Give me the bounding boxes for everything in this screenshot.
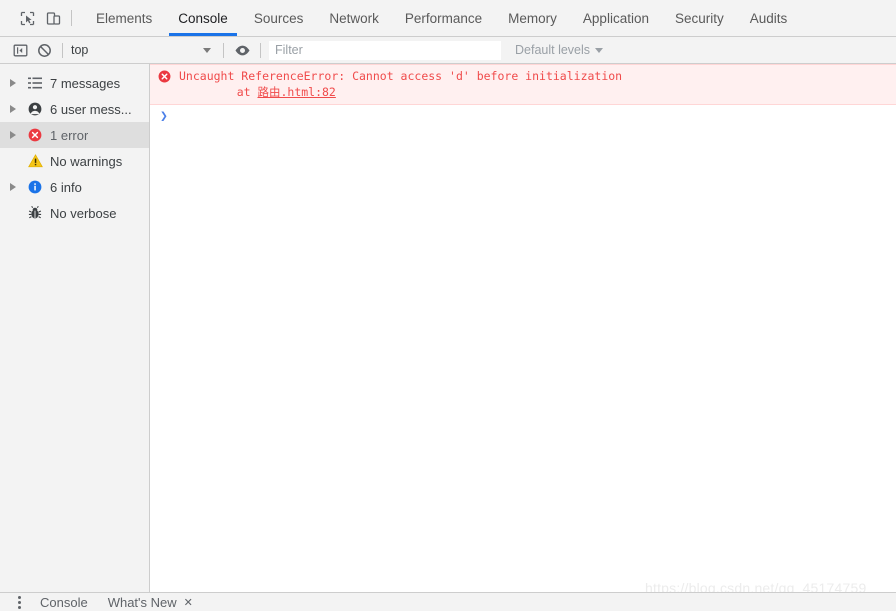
console-prompt[interactable]: ❯ — [150, 105, 896, 129]
filter-input[interactable] — [269, 40, 501, 60]
tab-sources[interactable]: Sources — [241, 0, 317, 36]
sidebar-item-warnings-label: No warnings — [50, 153, 123, 169]
sidebar-item-warnings[interactable]: No warnings — [0, 148, 149, 174]
disclosure-triangle-icon[interactable] — [10, 105, 24, 113]
chevron-down-icon — [203, 47, 211, 53]
sidebar-item-user-messages[interactable]: 6 user mess... — [0, 96, 149, 122]
eye-glyph — [235, 45, 249, 55]
tab-console[interactable]: Console — [165, 0, 241, 36]
toolbar-divider — [223, 42, 224, 58]
console-error-stack: at 路由.html:82 — [179, 84, 622, 100]
console-sidebar: 7 messages 6 user mess... 1 error No war… — [0, 64, 150, 592]
tab-memory[interactable]: Memory — [495, 0, 570, 36]
eye-icon[interactable] — [230, 39, 254, 61]
sidebar-toggle-icon[interactable] — [8, 39, 32, 61]
close-icon[interactable]: ✕ — [184, 596, 193, 609]
tab-performance[interactable]: Performance — [392, 0, 495, 36]
stack-prefix: at — [209, 85, 258, 99]
console-error-message[interactable]: Uncaught ReferenceError: Cannot access '… — [150, 64, 896, 105]
bug-icon — [24, 206, 46, 220]
list-glyph — [28, 77, 42, 89]
clear-console-glyph — [37, 43, 51, 57]
toolbar-divider — [260, 42, 261, 58]
device-toolbar-icon[interactable] — [40, 5, 66, 31]
panel-tab-list: Elements Console Sources Network Perform… — [83, 0, 800, 36]
clear-console-icon[interactable] — [32, 39, 56, 61]
tab-console-label: Console — [178, 10, 228, 26]
disclosure-triangle-icon[interactable] — [10, 131, 24, 139]
tab-audits-label: Audits — [749, 10, 788, 26]
drawer-tab-whats-new[interactable]: What's New ✕ — [98, 595, 203, 610]
tab-application-label: Application — [582, 10, 649, 26]
sidebar-toggle-glyph — [13, 44, 27, 56]
tab-audits[interactable]: Audits — [737, 0, 801, 36]
tab-network-label: Network — [329, 10, 379, 26]
error-icon — [158, 70, 174, 86]
list-icon — [24, 77, 46, 89]
device-toolbar-glyph — [46, 11, 60, 25]
disclosure-triangle-icon[interactable] — [10, 79, 24, 87]
warning-glyph — [27, 154, 43, 168]
bug-glyph — [28, 206, 42, 219]
execution-context-value: top — [71, 43, 89, 57]
source-link[interactable]: 路由.html:82 — [257, 85, 335, 99]
sidebar-item-errors[interactable]: 1 error — [0, 122, 149, 148]
console-error-body: Uncaught ReferenceError: Cannot access '… — [179, 68, 622, 100]
sidebar-item-verbose-label: No verbose — [50, 205, 117, 221]
tab-security-label: Security — [674, 10, 724, 26]
sidebar-item-messages[interactable]: 7 messages — [0, 70, 149, 96]
inspect-element-glyph — [20, 11, 34, 25]
sidebar-item-info[interactable]: 6 info — [0, 174, 149, 200]
log-levels-label: Default levels — [515, 43, 591, 57]
tab-sources-label: Sources — [253, 10, 304, 26]
console-error-text: Uncaught ReferenceError: Cannot access '… — [179, 69, 623, 83]
sidebar-item-info-label: 6 info — [50, 179, 82, 195]
console-body: 7 messages 6 user mess... 1 error No war… — [0, 64, 896, 592]
tab-memory-label: Memory — [508, 10, 557, 26]
toolbar-divider — [71, 10, 72, 26]
tab-elements-label: Elements — [96, 10, 153, 26]
tab-elements[interactable]: Elements — [83, 0, 165, 36]
panel-toolbar-icons — [8, 0, 83, 36]
drawer-tab-whats-new-label: What's New — [107, 594, 177, 610]
sidebar-item-verbose[interactable]: No verbose — [0, 200, 149, 226]
tab-application[interactable]: Application — [570, 0, 662, 36]
error-glyph — [28, 128, 42, 142]
disclosure-triangle-icon[interactable] — [10, 183, 24, 191]
tab-performance-label: Performance — [404, 10, 483, 26]
console-toolbar: top Default levels — [0, 37, 896, 64]
error-icon — [24, 128, 46, 142]
chevron-down-icon — [595, 47, 604, 53]
info-glyph — [28, 180, 42, 194]
drawer-tab-console-label: Console — [40, 594, 88, 610]
user-glyph — [28, 102, 42, 116]
tab-network[interactable]: Network — [316, 0, 392, 36]
toolbar-divider — [62, 42, 63, 58]
drawer-tab-console[interactable]: Console — [30, 595, 98, 610]
user-icon — [24, 102, 46, 116]
execution-context-selector[interactable]: top — [69, 43, 217, 57]
warning-icon — [24, 154, 46, 168]
prompt-caret-icon: ❯ — [160, 109, 168, 124]
inspect-element-icon[interactable] — [14, 5, 40, 31]
sidebar-item-messages-label: 7 messages — [50, 75, 121, 91]
more-options-icon[interactable] — [8, 595, 30, 609]
console-message-list: Uncaught ReferenceError: Cannot access '… — [150, 64, 896, 592]
devtools-panel-tabbar: Elements Console Sources Network Perform… — [0, 0, 896, 37]
sidebar-item-errors-label: 1 error — [50, 127, 89, 143]
drawer-tabbar: Console What's New ✕ — [0, 592, 896, 611]
tab-security[interactable]: Security — [662, 0, 737, 36]
info-icon — [24, 180, 46, 194]
log-levels-selector[interactable]: Default levels — [515, 43, 604, 57]
error-glyph — [158, 70, 171, 83]
sidebar-item-user-messages-label: 6 user mess... — [50, 101, 132, 117]
